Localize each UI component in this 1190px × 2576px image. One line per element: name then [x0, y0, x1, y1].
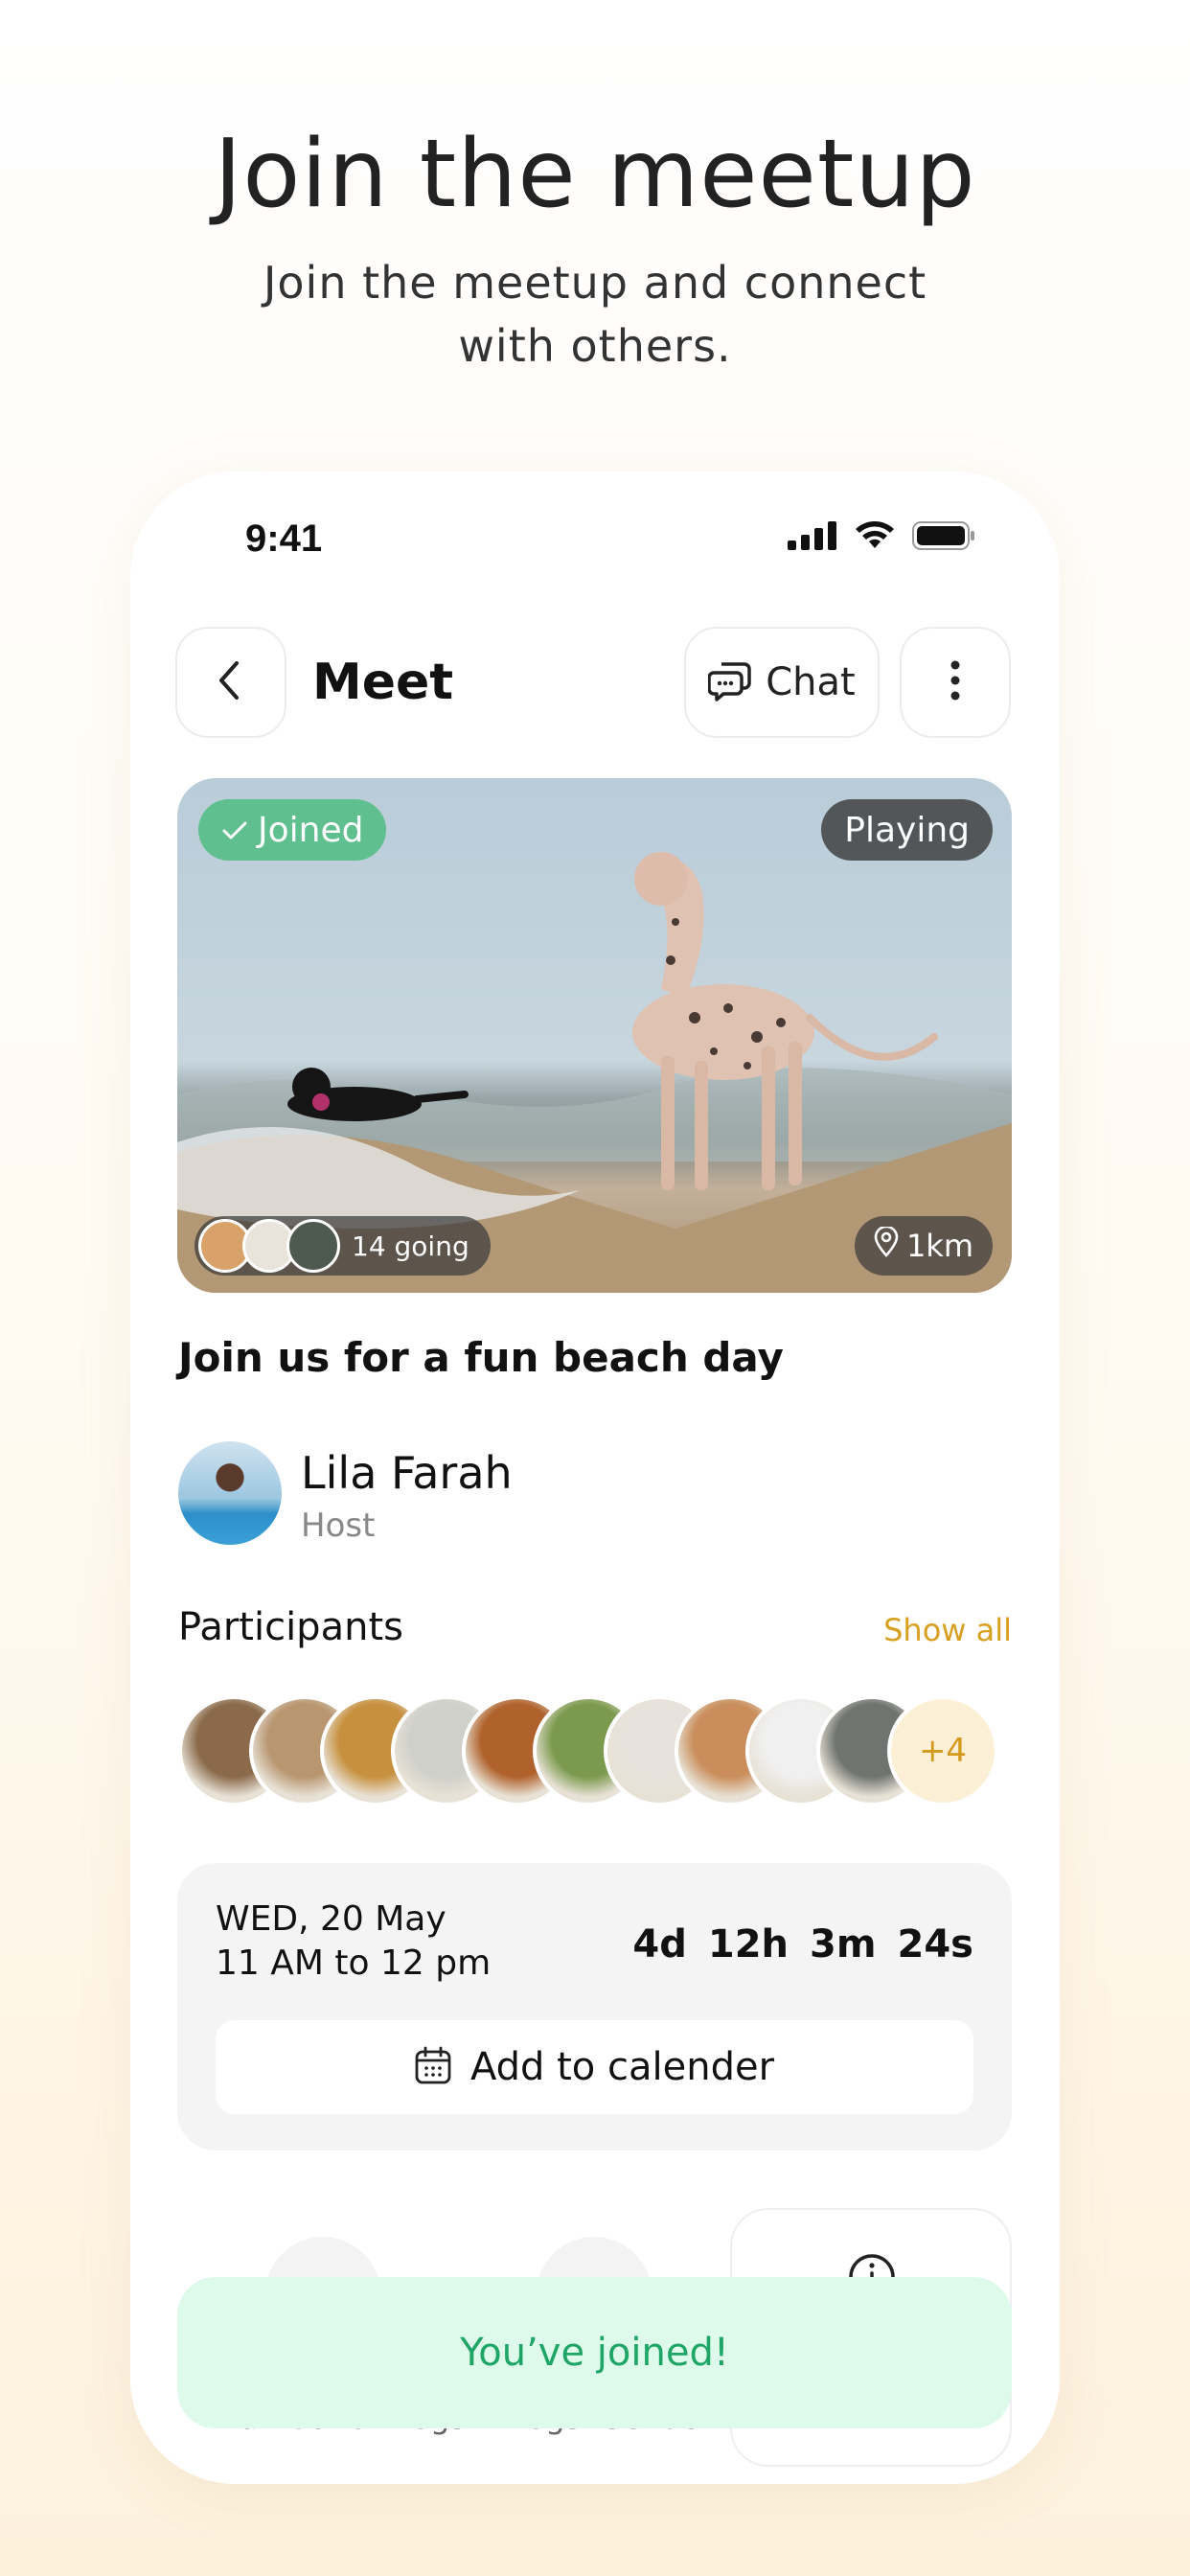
- schedule-card: WED, 20 May 11 AM to 12 pm 4d 12h 3m 24s…: [177, 1863, 1012, 2150]
- more-options-button[interactable]: [900, 627, 1011, 738]
- hero-title: Join the meetup: [214, 120, 976, 229]
- participants-avatar-row[interactable]: +4: [178, 1695, 998, 1806]
- host-avatar[interactable]: [178, 1441, 282, 1545]
- chevron-left-icon: [212, 659, 250, 705]
- event-photo[interactable]: Joined Playing 14 going 1km: [177, 778, 1012, 1293]
- status-time: 9:41: [245, 518, 323, 560]
- battery-icon: [912, 521, 975, 554]
- chat-bubbles-icon: [707, 658, 752, 706]
- distance-badge: 1km: [854, 1216, 993, 1276]
- event-date: WED, 20 May: [216, 1899, 446, 1939]
- joined-badge: Joined: [198, 799, 387, 861]
- countdown-timer: 4d 12h 3m 24s: [632, 1922, 973, 1966]
- countdown-days: 4d: [632, 1922, 687, 1966]
- calendar-icon: [415, 2046, 451, 2088]
- wifi-icon: [855, 521, 895, 554]
- joined-toast: You’ve joined!: [177, 2277, 1012, 2428]
- going-avatar: [286, 1219, 340, 1273]
- countdown-hours: 12h: [707, 1922, 789, 1966]
- chat-label: Chat: [766, 660, 856, 704]
- participants-more-count[interactable]: +4: [887, 1695, 998, 1806]
- location-pin-icon: [874, 1225, 899, 1265]
- event-time: 11 AM to 12 pm: [216, 1944, 492, 1983]
- back-button[interactable]: [175, 627, 286, 738]
- more-vertical-icon: [950, 659, 961, 705]
- add-to-calendar-button[interactable]: Add to calender: [216, 2020, 973, 2114]
- going-label: 14 going: [352, 1230, 469, 1262]
- participants-heading: Participants: [178, 1605, 403, 1649]
- countdown-seconds: 24s: [897, 1922, 973, 1966]
- add-to-calendar-label: Add to calender: [469, 2045, 775, 2089]
- going-badge[interactable]: 14 going: [195, 1216, 491, 1276]
- check-icon: [221, 811, 248, 850]
- event-title: Join us for a fun beach day: [178, 1334, 784, 1381]
- phone-frame: 9:41 Meet Chat Joined Playing 14 going 1…: [130, 472, 1060, 2484]
- status-icons: [788, 521, 975, 554]
- host-name[interactable]: Lila Farah: [301, 1447, 513, 1499]
- host-role: Host: [301, 1506, 376, 1545]
- chat-button[interactable]: Chat: [684, 627, 880, 738]
- signal-icon: [788, 521, 837, 554]
- hero-subtitle: Join the meetup and connect with others.: [263, 257, 927, 372]
- countdown-minutes: 3m: [810, 1922, 877, 1966]
- activity-badge: Playing: [821, 799, 993, 861]
- page-title: Meet: [312, 654, 454, 711]
- show-all-link[interactable]: Show all: [883, 1612, 1012, 1648]
- joined-label: Joined: [258, 810, 364, 850]
- distance-label: 1km: [905, 1228, 973, 1264]
